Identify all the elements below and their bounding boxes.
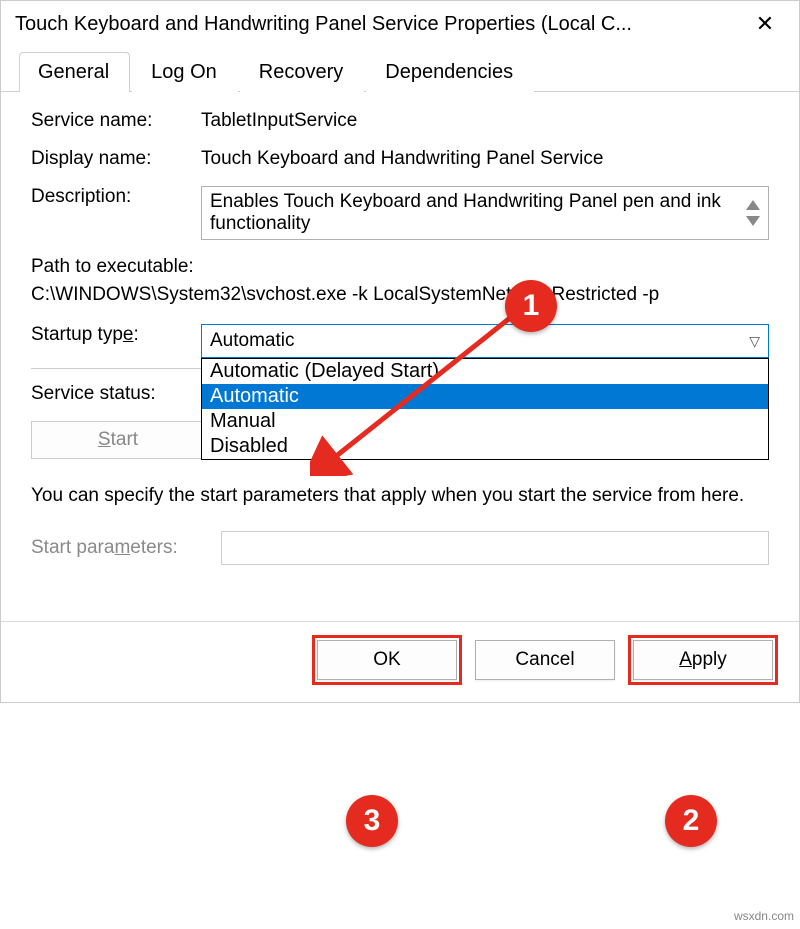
description-scroll[interactable] — [746, 200, 760, 226]
label-description: Description: — [31, 186, 201, 208]
startup-type-select-wrap: Automatic ▽ Automatic (Delayed Start) Au… — [201, 324, 769, 358]
row-start-parameters: Start parameters: — [31, 531, 769, 565]
general-panel: Service name: TabletInputService Display… — [1, 92, 799, 621]
label-start-parameters: Start parameters: — [31, 537, 221, 559]
description-textbox[interactable]: Enables Touch Keyboard and Handwriting P… — [201, 186, 769, 240]
value-service-name: TabletInputService — [201, 110, 769, 132]
chevron-down-icon: ▽ — [749, 333, 760, 350]
option-manual[interactable]: Manual — [202, 409, 768, 434]
close-icon[interactable]: ✕ — [743, 9, 787, 39]
row-path: Path to executable: C:\WINDOWS\System32\… — [31, 256, 769, 306]
label-path: Path to executable: — [31, 256, 769, 278]
dialog-window: Touch Keyboard and Handwriting Panel Ser… — [0, 0, 800, 703]
startup-type-selected-value: Automatic — [210, 330, 294, 352]
option-disabled[interactable]: Disabled — [202, 434, 768, 459]
label-service-status: Service status: — [31, 383, 201, 405]
apply-button[interactable]: Apply — [633, 640, 773, 680]
startup-type-dropdown: Automatic (Delayed Start) Automatic Manu… — [201, 358, 769, 460]
row-startup-type: Startup type: Automatic ▽ Automatic (Del… — [31, 324, 769, 358]
annotation-badge-2: 2 — [665, 795, 717, 847]
description-text: Enables Touch Keyboard and Handwriting P… — [210, 191, 740, 235]
tab-recovery[interactable]: Recovery — [240, 52, 364, 92]
scroll-up-icon[interactable] — [746, 200, 760, 210]
label-display-name: Display name: — [31, 148, 201, 170]
option-automatic[interactable]: Automatic — [202, 384, 768, 409]
tab-log-on[interactable]: Log On — [132, 52, 238, 92]
annotation-badge-3: 3 — [346, 795, 398, 847]
tab-general[interactable]: General — [19, 52, 130, 92]
label-service-name: Service name: — [31, 110, 201, 132]
cancel-button[interactable]: Cancel — [475, 640, 615, 680]
watermark: wsxdn.com — [734, 909, 794, 923]
tab-strip: General Log On Recovery Dependencies — [1, 43, 799, 92]
row-display-name: Display name: Touch Keyboard and Handwri… — [31, 148, 769, 170]
titlebar: Touch Keyboard and Handwriting Panel Ser… — [1, 1, 799, 43]
option-automatic-delayed[interactable]: Automatic (Delayed Start) — [202, 359, 768, 384]
tab-dependencies[interactable]: Dependencies — [366, 52, 534, 92]
start-button[interactable]: Start — [31, 421, 205, 459]
hint-text: You can specify the start parameters tha… — [31, 483, 769, 509]
value-display-name: Touch Keyboard and Handwriting Panel Ser… — [201, 148, 769, 170]
startup-type-select[interactable]: Automatic ▽ — [201, 324, 769, 358]
row-description: Description: Enables Touch Keyboard and … — [31, 186, 769, 240]
value-path: C:\WINDOWS\System32\svchost.exe -k Local… — [31, 284, 769, 306]
dialog-footer: OK Cancel Apply — [1, 621, 799, 702]
start-parameters-input[interactable] — [221, 531, 769, 565]
row-service-name: Service name: TabletInputService — [31, 110, 769, 132]
window-title: Touch Keyboard and Handwriting Panel Ser… — [15, 13, 743, 36]
scroll-down-icon[interactable] — [746, 216, 760, 226]
divider — [31, 368, 201, 369]
label-startup-type: Startup type: — [31, 324, 201, 346]
ok-button[interactable]: OK — [317, 640, 457, 680]
